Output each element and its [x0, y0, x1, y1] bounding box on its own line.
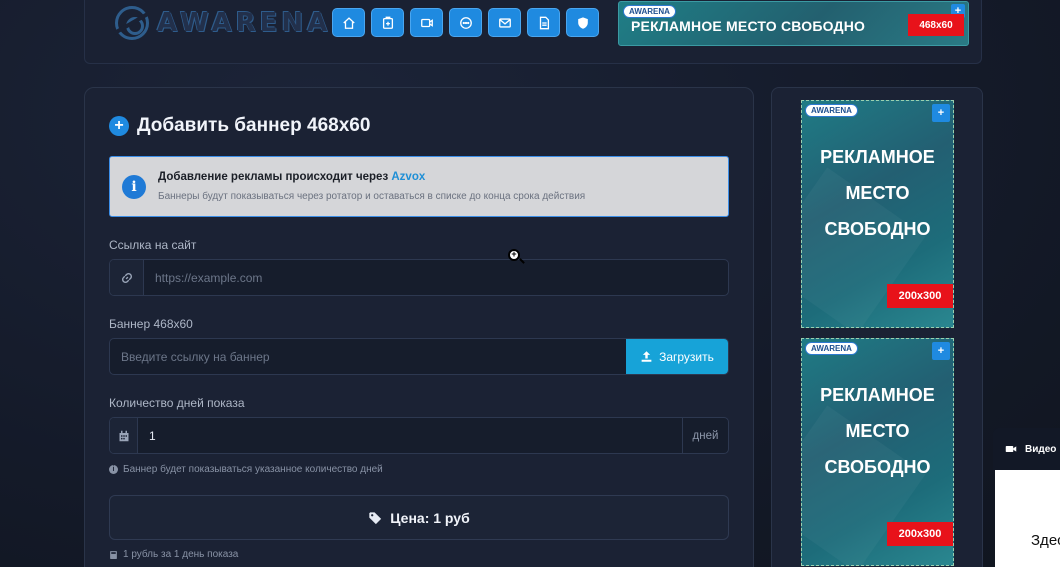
site-link-label: Ссылка на сайт [109, 238, 197, 252]
ad-badge: AWARENA [805, 342, 858, 355]
nav-mail-button[interactable] [488, 8, 521, 37]
info-small-icon: i [109, 465, 118, 474]
ad-text: РЕКЛАМНОЕ МЕСТО СВОБОДНО [802, 377, 953, 485]
video-widget-label: Видео [1025, 443, 1057, 455]
price-hint: 1 рубль за 1 день показа [109, 549, 238, 560]
shield-icon [577, 16, 588, 29]
price-display: Цена: 1 руб [109, 495, 729, 540]
nav-document-button[interactable] [527, 8, 560, 37]
nav-shield-button[interactable] [566, 8, 599, 37]
page-title-text: Добавить баннер 468x60 [137, 115, 371, 136]
site-link-input[interactable] [144, 260, 728, 295]
video-widget-panel-text: Здес [1031, 532, 1060, 549]
ad-size-label: 468x60 [908, 14, 964, 36]
calendar-icon [110, 418, 138, 453]
ad-size-label: 200x300 [887, 522, 953, 546]
days-unit: дней [682, 418, 728, 453]
ad-text-line: МЕСТО [845, 183, 910, 203]
days-group: дней [109, 417, 729, 454]
ad-text-line: РЕКЛАМНОЕ [820, 147, 935, 167]
info-title: Добавление рекламы происходит через Azvo… [158, 171, 425, 183]
site-header: AWARENA AWARENA + РЕКЛАМНОЕ МЕСТО СВОБОД… [84, 0, 982, 64]
banner-url-input[interactable] [110, 339, 626, 374]
site-logo[interactable]: AWARENA [115, 6, 331, 40]
zoom-cursor-icon: + [508, 249, 520, 261]
page-title: + Добавить баннер 468x60 [109, 115, 370, 137]
info-icon: i [122, 175, 146, 199]
video-widget-tab[interactable]: Видео [993, 428, 1060, 470]
ad-plus-icon[interactable]: + [932, 104, 950, 122]
upload-icon [641, 351, 652, 362]
video-camera-icon [1005, 446, 1017, 452]
plus-circle-icon: + [109, 116, 129, 136]
header-ad-banner[interactable]: AWARENA + РЕКЛАМНОЕ МЕСТО СВОБОДНО 468x6… [618, 1, 969, 46]
nav-video-button[interactable] [410, 8, 443, 37]
home-icon [342, 16, 355, 29]
banner-group: Загрузить [109, 338, 729, 375]
ad-size-label: 200x300 [887, 284, 953, 308]
price-hint-text: 1 рубль за 1 день показа [123, 549, 239, 560]
banner-label: Баннер 468x60 [109, 317, 193, 331]
mail-icon [498, 17, 511, 28]
logo-icon [115, 6, 149, 40]
logo-text: AWARENA [157, 8, 332, 38]
video-icon [420, 18, 433, 27]
ad-text: РЕКЛАМНОЕ МЕСТО СВОБОДНО [631, 18, 866, 34]
sidebar-ad-banner[interactable]: AWARENA + РЕКЛАМНОЕ МЕСТО СВОБОДНО 200x3… [801, 100, 954, 328]
add-banner-panel: + Добавить баннер 468x60 i Добавление ре… [84, 87, 754, 567]
days-hint: i Баннер будет показываться указанное ко… [109, 464, 383, 475]
main-nav [332, 8, 599, 37]
ad-plus-icon[interactable]: + [932, 342, 950, 360]
add-file-icon [382, 16, 393, 29]
site-link-group [109, 259, 729, 296]
sidebar-ad-banner[interactable]: AWARENA + РЕКЛАМНОЕ МЕСТО СВОБОДНО 200x3… [801, 338, 954, 566]
nav-home-button[interactable] [332, 8, 365, 37]
price-text: Цена: 1 руб [390, 509, 470, 526]
document-icon [539, 16, 549, 29]
ad-text-line: СВОБОДНО [824, 457, 931, 477]
video-widget-panel: Здес [995, 470, 1060, 567]
info-alert: i Добавление рекламы происходит через Az… [109, 156, 729, 217]
chat-icon [459, 16, 472, 29]
days-label: Количество дней показа [109, 396, 245, 410]
info-title-text: Добавление рекламы происходит через [158, 171, 389, 183]
calculator-icon [110, 550, 117, 559]
ad-text-line: СВОБОДНО [824, 219, 931, 239]
upload-button-label: Загрузить [659, 349, 714, 364]
ad-text: РЕКЛАМНОЕ МЕСТО СВОБОДНО [802, 139, 953, 247]
link-icon [110, 260, 144, 295]
days-input[interactable] [138, 418, 682, 453]
tag-icon [369, 511, 382, 524]
sidebar-ads: AWARENA + РЕКЛАМНОЕ МЕСТО СВОБОДНО 200x3… [771, 87, 983, 567]
info-subtitle: Баннеры будут показываться через ротатор… [158, 191, 586, 202]
ad-text-line: РЕКЛАМНОЕ [820, 385, 935, 405]
nav-add-file-button[interactable] [371, 8, 404, 37]
ad-badge: AWARENA [805, 104, 858, 117]
days-hint-text: Баннер будет показываться указанное коли… [123, 464, 383, 475]
upload-button[interactable]: Загрузить [626, 339, 728, 374]
azvox-link[interactable]: Azvox [391, 171, 425, 183]
ad-badge: AWARENA [623, 5, 676, 18]
ad-text-line: МЕСТО [845, 421, 910, 441]
nav-chat-button[interactable] [449, 8, 482, 37]
